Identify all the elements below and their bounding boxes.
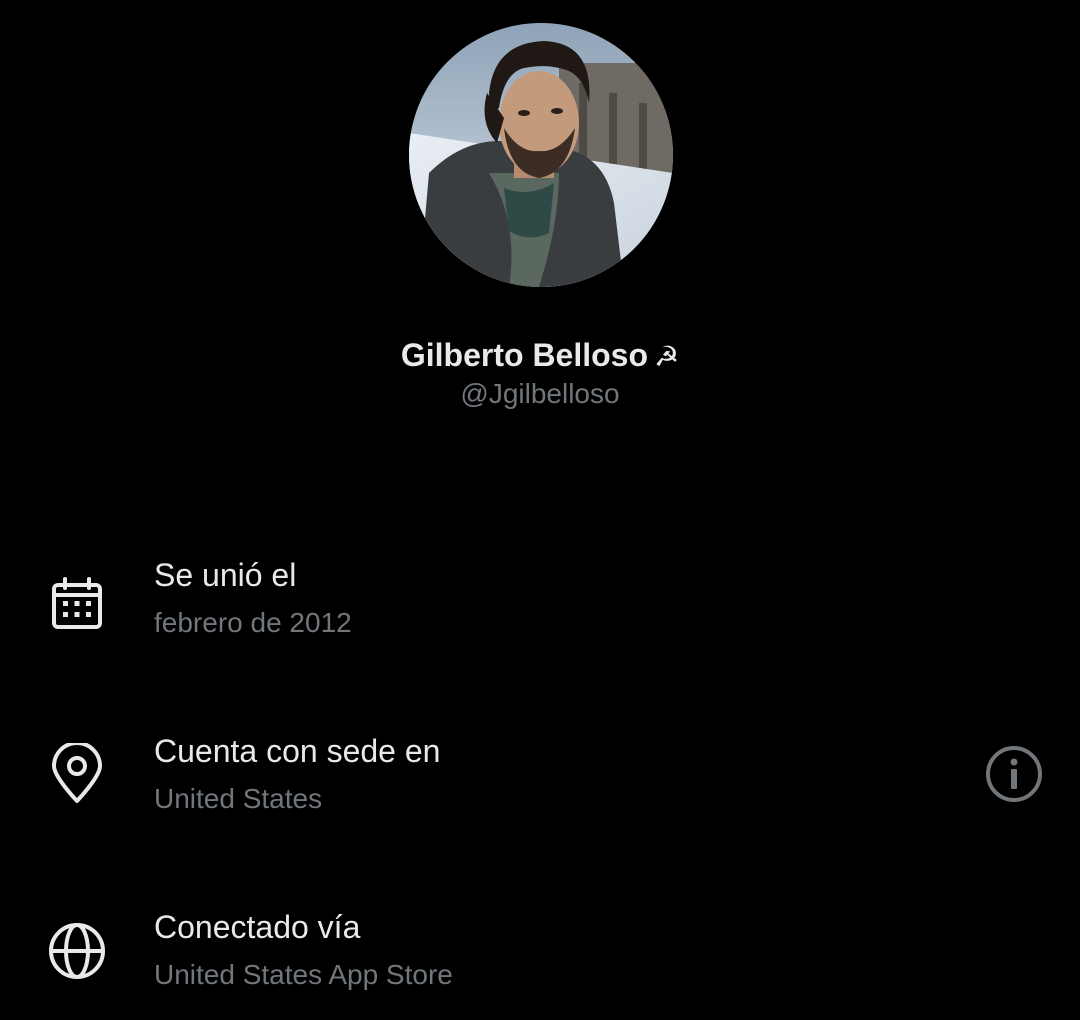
location-title: Cuenta con sede en [154, 733, 441, 769]
calendar-icon [52, 577, 102, 629]
joined-row: Se unió el febrero de 2012 [0, 545, 1080, 665]
location-value: United States [154, 783, 323, 814]
connected-value: United States App Store [154, 959, 453, 990]
joined-value: febrero de 2012 [154, 607, 352, 638]
location-pin-icon [52, 743, 102, 803]
joined-title: Se unió el [154, 557, 297, 593]
profile-name-row: Gilberto Belloso ☭ [0, 333, 1080, 379]
avatar[interactable] [409, 23, 673, 287]
profile-handle: @Jgilbelloso [460, 378, 620, 409]
connected-row: Conectado vía United States App Store [0, 897, 1080, 1017]
display-name: Gilberto Belloso [400, 337, 649, 373]
globe-icon [49, 923, 105, 979]
location-row: Cuenta con sede en United States [0, 721, 1080, 841]
info-icon[interactable] [983, 743, 1045, 805]
avatar-photo [409, 23, 673, 287]
name-emoji: ☭ [654, 341, 680, 372]
connected-title: Conectado vía [154, 909, 361, 945]
